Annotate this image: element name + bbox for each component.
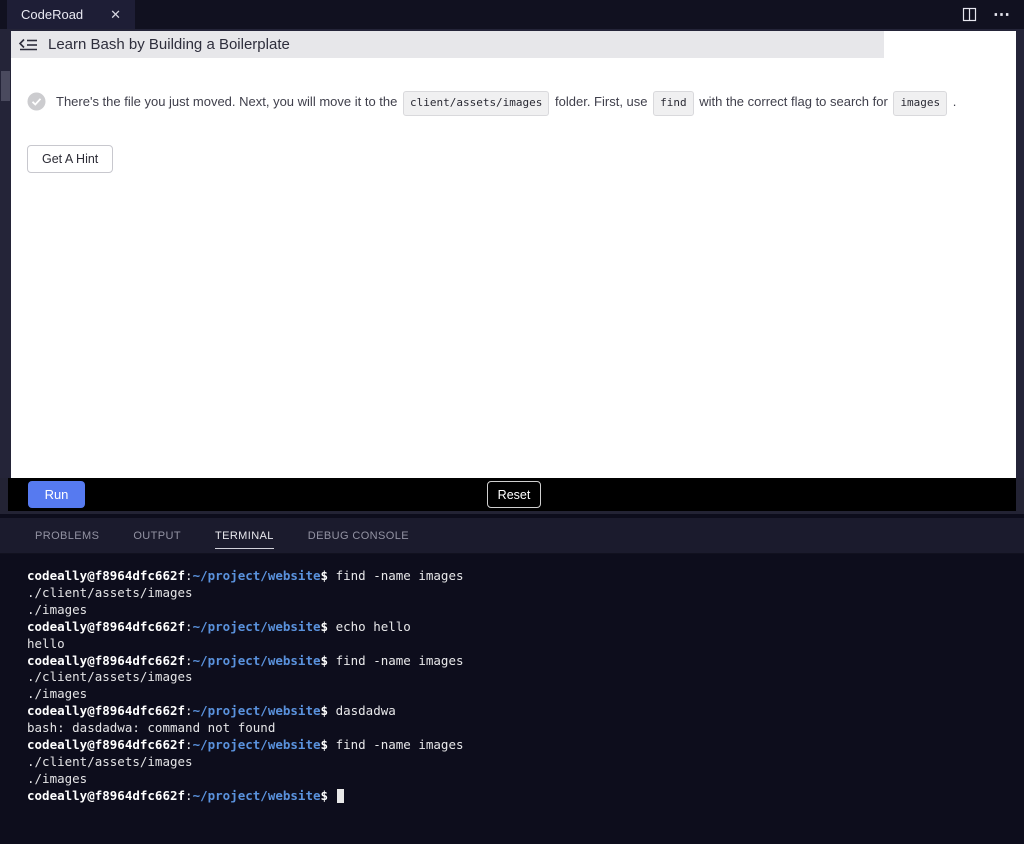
more-actions-icon[interactable]: ⋯	[993, 6, 1010, 23]
editor-area: Learn Bash by Building a Boilerplate The…	[0, 29, 1024, 478]
action-bar-background: Run Reset	[8, 478, 1016, 511]
prompt-dollar: $	[320, 737, 329, 753]
editor-actions: ⋯	[962, 0, 1010, 29]
prompt-colon: :	[185, 703, 193, 719]
prompt-user-host: codeally@f8964dfc662f	[27, 737, 186, 753]
terminal-prompt-line: codeally@f8964dfc662f:~/project/website$…	[27, 568, 1014, 585]
prompt-user-host: codeally@f8964dfc662f	[27, 787, 186, 803]
editor-tab-bar: CodeRoad ✕ ⋯	[0, 0, 1024, 29]
prompt-colon: :	[185, 737, 193, 753]
prompt-user-host: codeally@f8964dfc662f	[27, 618, 186, 634]
vscode-window: CodeRoad ✕ ⋯ Learn Bash by Building a Bo…	[0, 0, 1024, 844]
prompt-dollar: $	[320, 652, 329, 668]
prompt-user-host: codeally@f8964dfc662f	[27, 652, 186, 668]
terminal-output-line: ./client/assets/images	[27, 669, 193, 685]
tutorial-header: Learn Bash by Building a Boilerplate	[11, 31, 884, 58]
prompt-path: ~/project/website	[192, 568, 321, 583]
collapse-menu-icon[interactable]	[18, 37, 38, 52]
prompt-path: ~/project/website	[192, 618, 321, 634]
close-tab-icon[interactable]: ✕	[106, 7, 125, 23]
prompt-dollar: $	[320, 568, 329, 583]
inline-code-chip: images	[893, 91, 948, 116]
bottom-panel: PROBLEMS OUTPUT TERMINAL DEBUG CONSOLE code…	[0, 514, 1024, 844]
terminal-output-line: ./images	[27, 601, 88, 617]
terminal-prompt-line: codeally@f8964dfc662f:~/project/website$…	[27, 619, 1014, 636]
tutorial-title: Learn Bash by Building a Boilerplate	[48, 36, 290, 53]
terminal-output-line: ./images	[27, 686, 88, 702]
prompt-colon: :	[185, 568, 193, 583]
prompt-dollar: $	[320, 618, 329, 634]
left-gutter	[0, 29, 11, 478]
prompt-colon: :	[185, 787, 193, 803]
prompt-user-host: codeally@f8964dfc662f	[27, 568, 186, 583]
inline-code-chip: find	[653, 91, 694, 116]
terminal-prompt-line: codeally@f8964dfc662f:~/project/website$…	[27, 703, 1014, 720]
prompt-colon: :	[185, 652, 193, 668]
prompt-dollar: $	[320, 703, 329, 719]
terminal-output-line: bash: dasdadwa: command not found	[27, 720, 276, 736]
prompt-command	[328, 788, 336, 803]
coderoad-action-bar: Run Reset	[0, 478, 1024, 514]
terminal-prompt-line: codeally@f8964dfc662f:~/project/website$…	[27, 653, 1014, 670]
prompt-command: dasdadwa	[328, 703, 396, 719]
prompt-path: ~/project/website	[192, 703, 321, 719]
prompt-command: find -name images	[328, 568, 464, 583]
prompt-command: find -name images	[328, 652, 464, 668]
panel-tab-bar: PROBLEMS OUTPUT TERMINAL DEBUG CONSOLE	[0, 518, 1024, 554]
task-description: There's the file you just moved. Next, y…	[56, 91, 956, 116]
reset-button[interactable]: Reset	[487, 481, 541, 508]
panel-tab-terminal[interactable]: TERMINAL	[214, 518, 274, 553]
terminal-prompt-line: codeally@f8964dfc662f:~/project/website$	[27, 788, 1014, 805]
terminal-output-line: ./client/assets/images	[27, 753, 193, 769]
prompt-path: ~/project/website	[192, 737, 321, 753]
terminal-output-line: ./images	[27, 770, 88, 786]
prompt-command: echo hello	[328, 618, 411, 634]
terminal-output-line: ./client/assets/images	[27, 584, 193, 600]
tab-coderoad-label: CodeRoad	[21, 7, 84, 22]
terminal-output-line: hello	[27, 635, 65, 651]
inline-code-chip: client/assets/images	[402, 91, 550, 116]
coderoad-webview: Learn Bash by Building a Boilerplate The…	[11, 31, 1016, 478]
panel-tab-debug-console[interactable]: DEBUG CONSOLE	[308, 518, 409, 553]
task-item: There's the file you just moved. Next, y…	[27, 91, 986, 116]
get-hint-button[interactable]: Get A Hint	[27, 145, 114, 173]
prompt-path: ~/project/website	[192, 787, 321, 803]
run-button[interactable]: Run	[28, 481, 85, 508]
prompt-command: find -name images	[328, 737, 464, 753]
prompt-colon: :	[185, 618, 193, 634]
terminal-output[interactable]: codeally@f8964dfc662f:~/project/website$…	[27, 568, 1014, 844]
panel-tab-problems[interactable]: PROBLEMS	[35, 518, 99, 553]
prompt-user-host: codeally@f8964dfc662f	[27, 703, 186, 719]
terminal-prompt-line: codeally@f8964dfc662f:~/project/website$…	[27, 737, 1014, 754]
prompt-path: ~/project/website	[192, 652, 321, 668]
task-check-icon	[27, 92, 46, 116]
panel-tab-output[interactable]: OUTPUT	[133, 518, 181, 553]
terminal-cursor	[336, 788, 344, 803]
scrollbar-thumb[interactable]	[1, 71, 10, 101]
right-gutter	[1016, 29, 1024, 478]
prompt-dollar: $	[320, 787, 329, 803]
split-editor-icon[interactable]	[962, 7, 977, 22]
tab-coderoad[interactable]: CodeRoad ✕	[7, 0, 135, 29]
